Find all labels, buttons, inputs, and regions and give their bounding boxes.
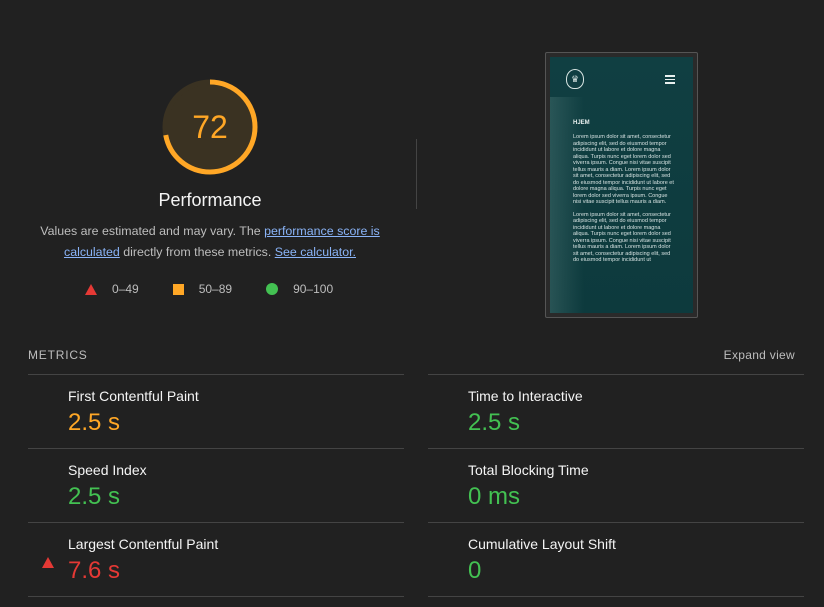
legend-pass-label: 90–100	[293, 282, 334, 296]
vertical-divider	[416, 139, 417, 209]
metric-name: Speed Index	[68, 462, 147, 478]
metric-first-contentful-paint: First Contentful Paint 2.5 s	[28, 374, 404, 448]
metric-value: 0 ms	[468, 483, 521, 510]
screenshot-paragraph: Lorem ipsum dolor sit amet, consectetur …	[573, 211, 671, 264]
legend-fail: 0–49	[85, 282, 139, 296]
legend-pass: 90–100	[266, 282, 333, 296]
expand-view-toggle[interactable]: Expand view	[724, 348, 795, 362]
screenshot-heading: HJEM	[573, 120, 590, 126]
screenshot-screen: ♛ HJEM Lorem ipsum dolor sit amet, conse…	[550, 57, 693, 313]
description-middle: directly from these metrics.	[119, 244, 275, 259]
metric-time-to-interactive: Time to Interactive 2.5 s	[428, 374, 804, 448]
metric-name: First Contentful Paint	[68, 388, 199, 404]
score-description: Values are estimated and may vary. The p…	[30, 221, 390, 262]
metric-name: Total Blocking Time	[468, 462, 589, 478]
metric-speed-index: Speed Index 2.5 s	[28, 448, 404, 522]
metric-value: 2.5 s	[68, 409, 121, 436]
metric-name: Largest Contentful Paint	[68, 536, 219, 552]
screenshot-paragraph: Lorem ipsum dolor sit amet, consectetur …	[573, 134, 674, 205]
average-square-icon	[172, 283, 184, 295]
score-legend: 0–49 50–89 90–100	[85, 282, 333, 296]
metric-cumulative-layout-shift: Cumulative Layout Shift 0	[428, 522, 804, 597]
see-calculator-link[interactable]: See calculator.	[275, 245, 356, 259]
gauge-title: Performance	[158, 190, 262, 210]
metric-value: 2.5 s	[468, 409, 521, 436]
lion-logo-icon: ♛	[566, 69, 584, 89]
metric-total-blocking-time: Total Blocking Time 0 ms	[428, 448, 804, 522]
lighthouse-report: 72 Performance Values are estimated and …	[0, 0, 824, 607]
metric-largest-contentful-paint: Largest Contentful Paint 7.6 s	[28, 522, 404, 597]
metrics-column-right: Time to Interactive 2.5 s Total Blocking…	[428, 374, 804, 597]
metrics-heading: METRICS	[28, 348, 88, 362]
screenshot-body: Lorem ipsum dolor sit amet, consectetur …	[573, 134, 677, 270]
metric-value: 7.6 s	[68, 557, 121, 584]
performance-gauge[interactable]: 72	[162, 79, 258, 175]
metric-name: Time to Interactive	[468, 388, 583, 404]
final-screenshot[interactable]: ♛ HJEM Lorem ipsum dolor sit amet, conse…	[545, 52, 698, 318]
performance-score: 72	[192, 108, 228, 145]
description-prefix: Values are estimated and may vary. The	[40, 224, 265, 238]
metric-name: Cumulative Layout Shift	[468, 536, 616, 552]
metrics-column-left: First Contentful Paint 2.5 s Speed Index…	[28, 374, 404, 597]
metric-value: 0	[468, 557, 482, 584]
hamburger-menu-icon	[665, 75, 675, 86]
legend-average-label: 50–89	[198, 282, 233, 296]
legend-average: 50–89	[172, 282, 233, 296]
fail-triangle-icon	[85, 283, 97, 295]
metric-value: 2.5 s	[68, 483, 121, 510]
fail-triangle-icon	[42, 540, 54, 568]
legend-fail-label: 0–49	[112, 282, 139, 296]
pass-circle-icon	[266, 283, 279, 295]
